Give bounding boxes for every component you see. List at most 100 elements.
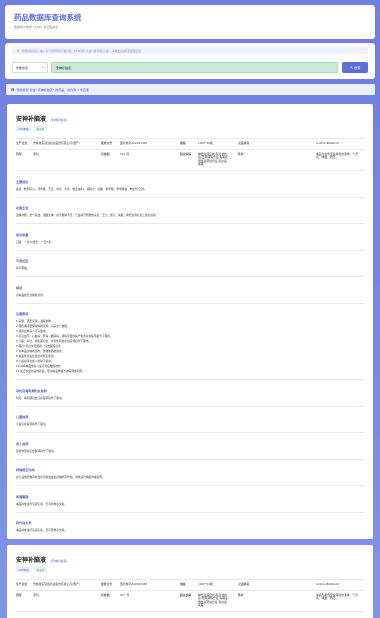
section-title: 药代动力学	[16, 521, 32, 526]
section-elderly: 老人用药 年老体弱者应在医师指导下服用。	[16, 441, 364, 460]
drug-info-table: 生产企业 吉林敖东延边药业股份有限公司(国产) 批准文号 国药准字Z220224…	[16, 579, 364, 612]
info-label: 剂型	[16, 592, 22, 597]
divider	[16, 302, 364, 304]
section-body: 年老体弱者应在医师指导下服用。	[16, 448, 57, 453]
category-badge: 中成药	[34, 126, 47, 131]
section-body: 对本品成分过敏者禁用。	[16, 292, 46, 297]
section-contraindications: 禁忌 对本品成分过敏者禁用。	[16, 285, 364, 304]
app-header: 药品数据库查询系统 数据库共收录 11667 条药品信息	[5, 5, 375, 39]
divider	[16, 379, 364, 380]
search-mode-select[interactable]: 智能搜索	[12, 62, 48, 73]
section-title: 禁忌	[16, 285, 23, 290]
section-body: 孕妇、哺乳期妇女应在医师指导下服用。	[16, 395, 65, 400]
section-interactions: 药物相互作用 如与其他药物同时使用可能会发生药物相互作用，详情请咨询医师或药师。	[16, 467, 364, 486]
info-icon	[11, 87, 15, 92]
section-body: 生精补髓，益气养血，强脑安神。用于肾精不足、气血两亏所致的头晕、乏力、健忘、失眠…	[16, 213, 159, 218]
info-label: 性状	[238, 151, 244, 156]
otc-badge: OTC甲类	[16, 567, 32, 572]
info-value: 神经衰弱症状;有症状的后;更年期综合征;失眠症;慢性疲劳综合征;焦虑症;失眠	[198, 151, 229, 167]
section-body: 本品尚未进行该项实验，无可靠参考文献。	[16, 528, 68, 533]
divider	[16, 223, 364, 224]
section-dosage: 用法用量 口服。一次10毫升，一日2次。	[16, 232, 364, 251]
drug-card: 安神补脑液 (安神补脑液) OTC甲类 中成药 生产企业 吉林敖东延边药业股份有…	[7, 104, 373, 539]
section-pharmacokinetics: 药代动力学 本品尚未进行该项实验，无可靠参考文献。	[16, 520, 364, 533]
divider	[16, 458, 364, 460]
info-label: 相关疾病	[180, 151, 192, 156]
section-body: 尚不明确。	[16, 266, 30, 271]
info-label: 剂型	[16, 151, 22, 156]
section-title: 药理毒理	[16, 494, 29, 499]
section-adverse-reactions: 不良反应 尚不明确。	[16, 258, 364, 277]
info-value: 24个月	[120, 592, 130, 597]
info-value: 液剂。	[33, 151, 42, 156]
section-body: 1.忌烟、酒及辛辣、油腻食物。 2.服药期间要保持情绪乐观，切忌生气恼怒。 3.…	[16, 319, 113, 374]
divider	[16, 249, 364, 251]
divider	[16, 196, 364, 198]
info-label: 规格	[180, 582, 186, 586]
info-value: 吉林敖东延边药业股份有限公司(国产)	[33, 141, 80, 145]
search-tip: 智能搜索提示：输入多个关键词用空格分隔，如"布洛芬 头痛" 或"胃痛 儿童"，系…	[12, 47, 368, 54]
info-value: 国药准字Z22022463	[120, 141, 148, 145]
info-label: 相关疾病	[180, 592, 192, 597]
info-label: 汉语拼音	[238, 141, 250, 145]
divider	[16, 276, 364, 277]
info-value: 国药准字Z22022463	[120, 582, 148, 586]
section-indications: 功能主治 生精补髓，益气养血，强脑安神。用于肾精不足、气血两亏所致的头晕、乏力、…	[16, 205, 364, 224]
search-input[interactable]: 安神补脑液	[51, 62, 338, 73]
info-label: 批准文号	[101, 582, 113, 586]
chevron-down-icon	[41, 66, 44, 69]
drug-card: 安神补脑液 (安神补脑液) OTC甲类 中成药 生产企业 吉林敖东延边药业股份有…	[7, 545, 373, 618]
section-precautions: 注意事项 1.忌烟、酒及辛辣、油腻食物。 2.服药期间要保持情绪乐观，切忌生气恼…	[16, 311, 364, 380]
drug-name-text: 安神补脑液	[16, 557, 47, 564]
otc-badge: OTC甲类	[16, 126, 32, 131]
result-summary-text: 智能搜索 包含 "安神补脑液" 的药品，共找到 7 条结果	[16, 87, 89, 92]
info-value: AnShenBuNaoYe	[316, 141, 339, 145]
info-label: 生产企业	[16, 141, 28, 145]
info-value: 本品为黄色至棕黄色的液体；气芳香，味甜、微苦。	[316, 592, 358, 601]
info-value: AnShenBuNaoYe	[316, 582, 339, 586]
section-title: 主要成份	[16, 179, 29, 184]
search-button[interactable]: 搜索	[342, 62, 368, 73]
divider	[16, 511, 364, 513]
search-panel: 智能搜索提示：输入多个关键词用空格分隔，如"布洛芬 头痛" 或"胃痛 儿童"，系…	[5, 43, 375, 79]
search-input-value: 安神补脑液	[56, 65, 72, 70]
app-title: 药品数据库查询系统	[14, 13, 82, 22]
result-summary: 智能搜索 包含 "安神补脑液" 的药品，共找到 7 条结果	[5, 84, 375, 95]
divider	[16, 432, 364, 433]
info-row: 生产企业 吉林敖东延边药业股份有限公司(国产) 批准文号 国药准字Z220224…	[16, 580, 364, 591]
info-row: 剂型 液剂。 有效期 24个月 相关疾病 神经衰弱症状;有症状的后;更年期综合征…	[16, 591, 364, 612]
info-label: 性状	[238, 592, 244, 597]
info-value: 10ml*10瓶	[198, 141, 213, 145]
drug-info-table: 生产企业 吉林敖东延边药业股份有限公司(国产) 批准文号 国药准字Z220224…	[16, 138, 364, 171]
section-title: 功能主治	[16, 206, 29, 211]
info-label: 有效期	[101, 592, 110, 597]
divider	[16, 485, 364, 486]
section-body: 儿童应在医师指导下服用。	[16, 422, 49, 427]
section-pharmacology: 药理毒理 本品尚未进行该项实验，无可靠参考文献。	[16, 494, 364, 513]
info-value: 神经衰弱症状;有症状的后;更年期综合征;失眠症;慢性疲劳综合征;焦虑症;失眠	[198, 592, 229, 608]
section-title: 注意事项	[16, 312, 29, 317]
info-label: 有效期	[101, 151, 110, 156]
drug-name: 安神补脑液 (安神补脑液)	[16, 555, 364, 564]
section-title: 用法用量	[16, 232, 29, 237]
category-badge: 中成药	[34, 567, 47, 572]
section-ingredients: 主要成份 鹿茸、制何首乌、淫羊藿、干姜、甘草、大枣、维生素B1。辅料为：蔗糖、苯…	[16, 179, 364, 198]
divider	[16, 405, 364, 407]
info-value: 液剂。	[33, 592, 42, 597]
section-pregnancy: 孕妇及哺乳期妇女用药 孕妇、哺乳期妇女应在医师指导下服用。	[16, 388, 364, 407]
section-body: 本品尚未进行该项实验，无可靠参考文献。	[16, 501, 68, 506]
app-subtitle: 数据库共收录 11667 条药品信息	[14, 25, 59, 29]
drug-name: 安神补脑液 (安神补脑液)	[16, 114, 364, 123]
section-title: 药物相互作用	[16, 468, 35, 473]
section-title: 不良反应	[16, 259, 29, 264]
search-button-label: 搜索	[354, 65, 361, 70]
lightbulb-icon	[16, 48, 20, 53]
search-icon	[349, 66, 353, 69]
search-tip-text: 智能搜索提示：输入多个关键词用空格分隔，如"布洛芬 头痛" 或"胃痛 儿童"，系…	[22, 49, 141, 53]
info-value: 10ml*12瓶	[198, 582, 213, 586]
drug-alias: (安神补脑液)	[50, 118, 68, 122]
search-mode-value: 智能搜索	[16, 65, 29, 70]
section-body: 鹿茸、制何首乌、淫羊藿、干姜、甘草、大枣、维生素B1。辅料为：蔗糖、苯甲酸、苯甲…	[16, 186, 147, 191]
info-label: 汉语拼音	[238, 582, 250, 586]
section-title: 老人用药	[16, 441, 29, 446]
